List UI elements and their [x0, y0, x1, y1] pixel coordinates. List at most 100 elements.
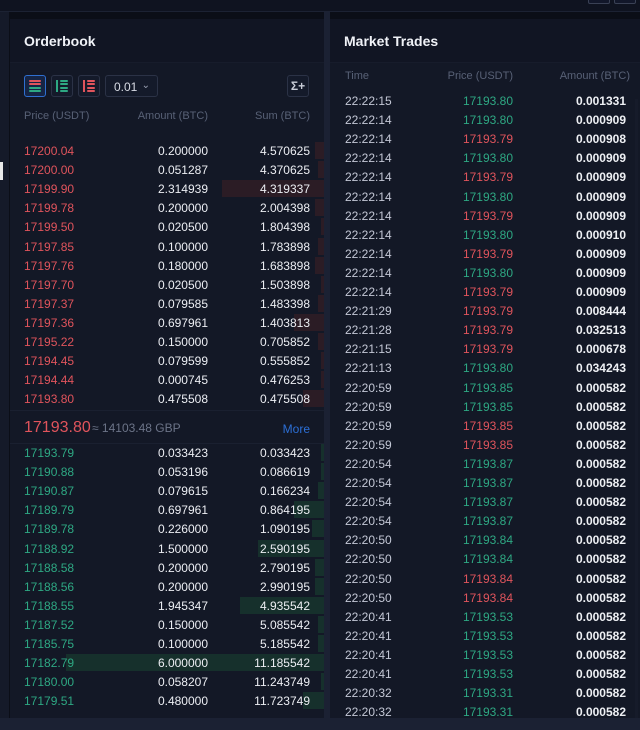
trade-row: 22:20:59 17193.85 0.000582 — [330, 397, 640, 416]
bid-sum: 11.723749 — [254, 694, 310, 709]
trade-row: 22:20:59 17193.85 0.000582 — [330, 378, 640, 397]
trade-price: 17193.79 — [462, 132, 513, 147]
view-both-button[interactable] — [24, 75, 46, 97]
bid-row[interactable]: 17190.88 0.053196 0.086619 — [10, 462, 324, 481]
fiat-equivalent: ≈ 14103.48 GBP — [92, 421, 181, 435]
orderbook-both-icon — [29, 80, 41, 92]
left-panel-marker — [0, 162, 3, 180]
trade-row: 22:20:41 17193.53 0.000582 — [330, 664, 640, 683]
trade-price: 17193.79 — [462, 285, 513, 299]
trade-row: 22:22:14 17193.80 0.000910 — [330, 225, 640, 244]
trade-row: 22:21:13 17193.80 0.034243 — [330, 358, 640, 377]
ask-amount: 2.314939 — [157, 182, 208, 197]
trade-amount: 0.000582 — [575, 667, 626, 681]
bid-row[interactable]: 17193.79 0.033423 0.033423 — [10, 443, 324, 462]
ask-row[interactable]: 17197.76 0.180000 1.683898 — [10, 256, 324, 275]
ask-sum: 0.476253 — [259, 373, 310, 388]
ask-depth-bar — [321, 275, 324, 293]
bid-sum: 4.935542 — [259, 598, 310, 613]
ask-row[interactable]: 17199.90 2.314939 4.319337 — [10, 179, 324, 198]
bid-row[interactable]: 17189.79 0.697961 0.864195 — [10, 500, 324, 519]
trade-row: 22:20:50 17193.84 0.000582 — [330, 549, 640, 568]
bid-row[interactable]: 17188.92 1.500000 2.590195 — [10, 539, 324, 558]
trade-time: 22:20:50 — [345, 533, 392, 548]
bid-sum: 0.166234 — [259, 484, 310, 499]
trade-time: 22:22:14 — [345, 189, 392, 204]
ask-row[interactable]: 17197.85 0.100000 1.783898 — [10, 237, 324, 256]
trade-amount: 0.000582 — [575, 552, 626, 567]
view-asks-button[interactable] — [78, 75, 100, 97]
ask-row[interactable]: 17200.04 0.200000 4.570625 — [10, 141, 324, 160]
ask-sum: 4.370625 — [259, 163, 310, 178]
trade-time: 22:22:14 — [345, 151, 392, 166]
more-link[interactable]: More — [283, 422, 310, 436]
bid-depth-bar — [312, 520, 324, 538]
trades-scrollbar[interactable] — [635, 99, 638, 719]
bid-price: 17190.87 — [24, 484, 75, 499]
ask-amount: 0.000745 — [157, 373, 208, 388]
bid-depth-bar — [318, 635, 324, 652]
ask-row[interactable]: 17199.78 0.200000 2.004398 — [10, 198, 324, 217]
col-time: Time — [345, 70, 370, 82]
ask-row[interactable]: 17197.36 0.697961 1.403813 — [10, 313, 324, 332]
trade-row: 22:22:14 17193.79 0.000909 — [330, 244, 640, 263]
ask-row[interactable]: 17199.50 0.020500 1.804398 — [10, 217, 324, 236]
top-toolbar-button[interactable] — [588, 0, 610, 4]
precision-select[interactable]: 0.01 ⌄ — [105, 75, 158, 97]
bid-row[interactable]: 17180.00 0.058207 11.243749 — [10, 672, 324, 691]
bid-row[interactable]: 17188.56 0.200000 2.990195 — [10, 577, 324, 596]
view-bids-button[interactable] — [51, 75, 73, 97]
ask-amount: 0.150000 — [157, 335, 208, 349]
bid-row[interactable]: 17179.51 0.480000 11.723749 — [10, 691, 324, 710]
bid-row[interactable]: 17185.75 0.100000 5.185542 — [10, 634, 324, 653]
ask-amount: 0.475508 — [157, 392, 208, 407]
bid-row[interactable]: 17189.78 0.226000 1.090195 — [10, 519, 324, 538]
bid-amount: 0.033423 — [157, 446, 208, 460]
trades-list[interactable]: 22:22:15 17193.80 0.001331 22:22:14 17193.80… — [330, 91, 640, 721]
bid-amount: 0.079615 — [157, 484, 208, 499]
trade-amount: 0.000909 — [575, 208, 626, 223]
trade-time: 22:20:54 — [345, 514, 392, 529]
orderbook-asks-icon — [83, 80, 95, 92]
ask-sum: 0.555852 — [259, 354, 310, 369]
ask-row[interactable]: 17197.37 0.079585 1.483398 — [10, 294, 324, 313]
bid-row[interactable]: 17188.58 0.200000 2.790195 — [10, 558, 324, 577]
trade-row: 22:21:28 17193.79 0.032513 — [330, 320, 640, 339]
bid-price: 17180.00 — [24, 675, 75, 690]
ask-row[interactable]: 17195.22 0.150000 0.705852 — [10, 332, 324, 351]
trade-row: 22:20:59 17193.85 0.000582 — [330, 435, 640, 454]
ask-price: 17193.80 — [24, 392, 75, 407]
bid-sum: 5.085542 — [259, 617, 310, 632]
orderbook-toolbar: 0.01 ⌄ Σ+ — [24, 75, 314, 97]
trade-amount: 0.000909 — [575, 246, 626, 261]
ask-price: 17197.37 — [24, 296, 75, 311]
bid-amount: 0.697961 — [157, 503, 208, 518]
trade-price: 17193.80 — [462, 189, 513, 204]
ask-row[interactable]: 17194.44 0.000745 0.476253 — [10, 370, 324, 389]
bid-row[interactable]: 17190.87 0.079615 0.166234 — [10, 481, 324, 500]
ask-row[interactable]: 17194.45 0.079599 0.555852 — [10, 351, 324, 370]
bid-amount: 0.053196 — [157, 465, 208, 480]
trade-time: 22:21:13 — [345, 361, 392, 376]
bid-row[interactable]: 17182.79 6.000000 11.185542 — [10, 653, 324, 672]
trade-amount: 0.000909 — [575, 170, 626, 185]
ask-row[interactable]: 17200.00 0.051287 4.370625 — [10, 160, 324, 179]
bid-row[interactable]: 17187.52 0.150000 5.085542 — [10, 615, 324, 634]
ask-price: 17199.90 — [24, 182, 75, 197]
bid-amount: 0.200000 — [157, 560, 208, 575]
top-toolbar-button[interactable] — [614, 0, 636, 4]
bid-amount: 6.000000 — [157, 656, 208, 671]
trade-price: 17193.80 — [462, 94, 513, 108]
market-trades-title: Market Trades — [330, 19, 640, 63]
ask-sum: 1.503898 — [259, 277, 310, 292]
bid-amount: 0.200000 — [157, 579, 208, 594]
trade-time: 22:20:32 — [345, 686, 392, 701]
sum-toggle-button[interactable]: Σ+ — [287, 75, 309, 97]
trade-time: 22:20:59 — [345, 399, 392, 414]
bid-sum: 0.033423 — [259, 446, 310, 460]
ask-depth-bar — [321, 352, 324, 370]
ask-row[interactable]: 17193.80 0.475508 0.475508 — [10, 389, 324, 408]
ask-row[interactable]: 17197.70 0.020500 1.503898 — [10, 275, 324, 294]
bid-row[interactable]: 17188.55 1.945347 4.935542 — [10, 596, 324, 615]
trade-price: 17193.31 — [462, 686, 513, 701]
